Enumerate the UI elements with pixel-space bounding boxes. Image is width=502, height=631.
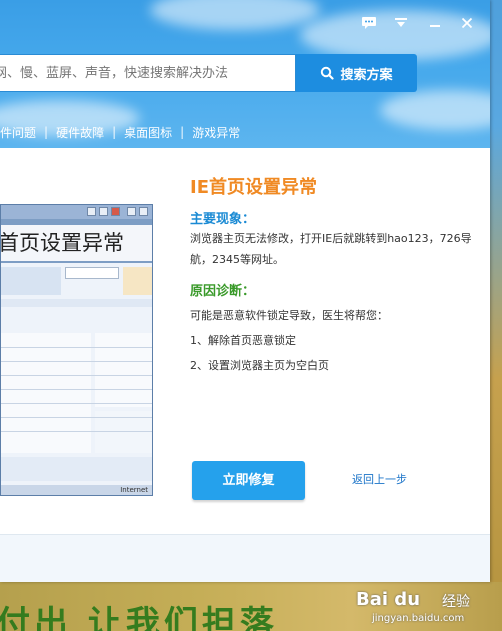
fix-now-button[interactable]: 立即修复 — [192, 461, 305, 500]
fix-step-2: 2、设置浏览器主页为空白页 — [190, 359, 329, 372]
background-photo-right — [490, 0, 502, 631]
search-box — [0, 54, 296, 92]
titlebar-buttons — [356, 10, 490, 36]
header-banner: 搜索方案 件问题 | 硬件故障 | 桌面图标 | 游戏异常 — [0, 0, 490, 148]
thumbnail-block — [1, 267, 61, 295]
baidu-watermark: Bai du 经验 jingyan.baidu.com — [356, 585, 496, 629]
app-window: 搜索方案 件问题 | 硬件故障 | 桌面图标 | 游戏异常 首页设置异常 — [0, 0, 490, 582]
nav-separator: | — [112, 125, 117, 139]
nav-item-software-issues[interactable]: 件问题 — [0, 124, 36, 141]
thumbnail-row — [1, 417, 152, 418]
diagnosis-heading: 原因诊断： — [190, 284, 256, 299]
issue-title: IE首页设置异常 — [190, 177, 317, 198]
background-photo-bottom: 付出 让我们担落 Bai du 经验 jingyan.baidu.com — [0, 582, 502, 631]
nav-item-desktop-icons[interactable]: 桌面图标 — [124, 124, 172, 141]
thumbnail-row — [1, 403, 152, 404]
diagnosis-intro: 可能是恶意软件锁定导致，医生将帮您： — [190, 309, 388, 322]
footer-area — [0, 534, 490, 582]
search-input[interactable] — [0, 55, 295, 91]
nav-separator: | — [180, 125, 185, 139]
thumbnail-block — [95, 333, 152, 407]
thumbnail-title: 首页设置异常 — [1, 225, 152, 261]
thumbnail-toolbar — [1, 205, 152, 219]
background-banner-text: 付出 让我们担落 — [0, 604, 278, 631]
thumbnail-block — [123, 267, 152, 295]
thumbnail-statusbar: Internet — [1, 485, 152, 495]
thumbnail-row — [1, 389, 152, 390]
thumbnail-row — [1, 347, 152, 348]
search-icon — [321, 66, 335, 80]
minimize-icon[interactable] — [422, 10, 448, 36]
menu-icon[interactable] — [388, 10, 414, 36]
thumbnail-status-text: Internet — [120, 486, 148, 494]
thumbnail-block — [1, 299, 152, 307]
symptom-heading: 主要现象： — [190, 212, 256, 227]
category-nav: 件问题 | 硬件故障 | 桌面图标 | 游戏异常 — [0, 123, 240, 141]
nav-item-game-issues[interactable]: 游戏异常 — [192, 124, 240, 141]
thumbnail-window-button — [111, 207, 120, 216]
search-button-label: 搜索方案 — [340, 67, 393, 83]
issue-screenshot-thumbnail: 首页设置异常 Internet — [0, 204, 153, 496]
thumbnail-window-button — [99, 207, 108, 216]
close-icon[interactable] — [454, 10, 480, 36]
thumbnail-block — [65, 267, 119, 279]
thumbnail-block — [1, 333, 91, 453]
symptom-text: 浏览器主页无法修改，打开IE后就跳转到hao123，726导航，2345等网址。 — [190, 232, 472, 266]
fix-step-1: 1、解除首页恶意锁定 — [190, 334, 296, 347]
thumbnail-row — [1, 361, 152, 362]
watermark-url: jingyan.baidu.com — [372, 613, 465, 624]
thumbnail-window-button — [87, 207, 96, 216]
thumbnail-row — [1, 375, 152, 376]
thumbnail-page — [1, 263, 152, 485]
cloud-decoration — [150, 0, 320, 30]
thumbnail-row — [1, 431, 152, 432]
chat-bubble-icon[interactable] — [356, 10, 382, 36]
go-back-link[interactable]: 返回上一步 — [352, 471, 407, 487]
nav-separator: | — [44, 125, 49, 139]
search-button[interactable]: 搜索方案 — [296, 54, 417, 92]
watermark-suffix: 经验 — [442, 594, 470, 610]
nav-item-hardware-fault[interactable]: 硬件故障 — [56, 124, 104, 141]
watermark-logo: Bai du — [356, 589, 421, 610]
thumbnail-block — [1, 457, 152, 481]
cloud-decoration — [380, 90, 490, 130]
thumbnail-window-button — [139, 207, 148, 216]
thumbnail-window-button — [127, 207, 136, 216]
